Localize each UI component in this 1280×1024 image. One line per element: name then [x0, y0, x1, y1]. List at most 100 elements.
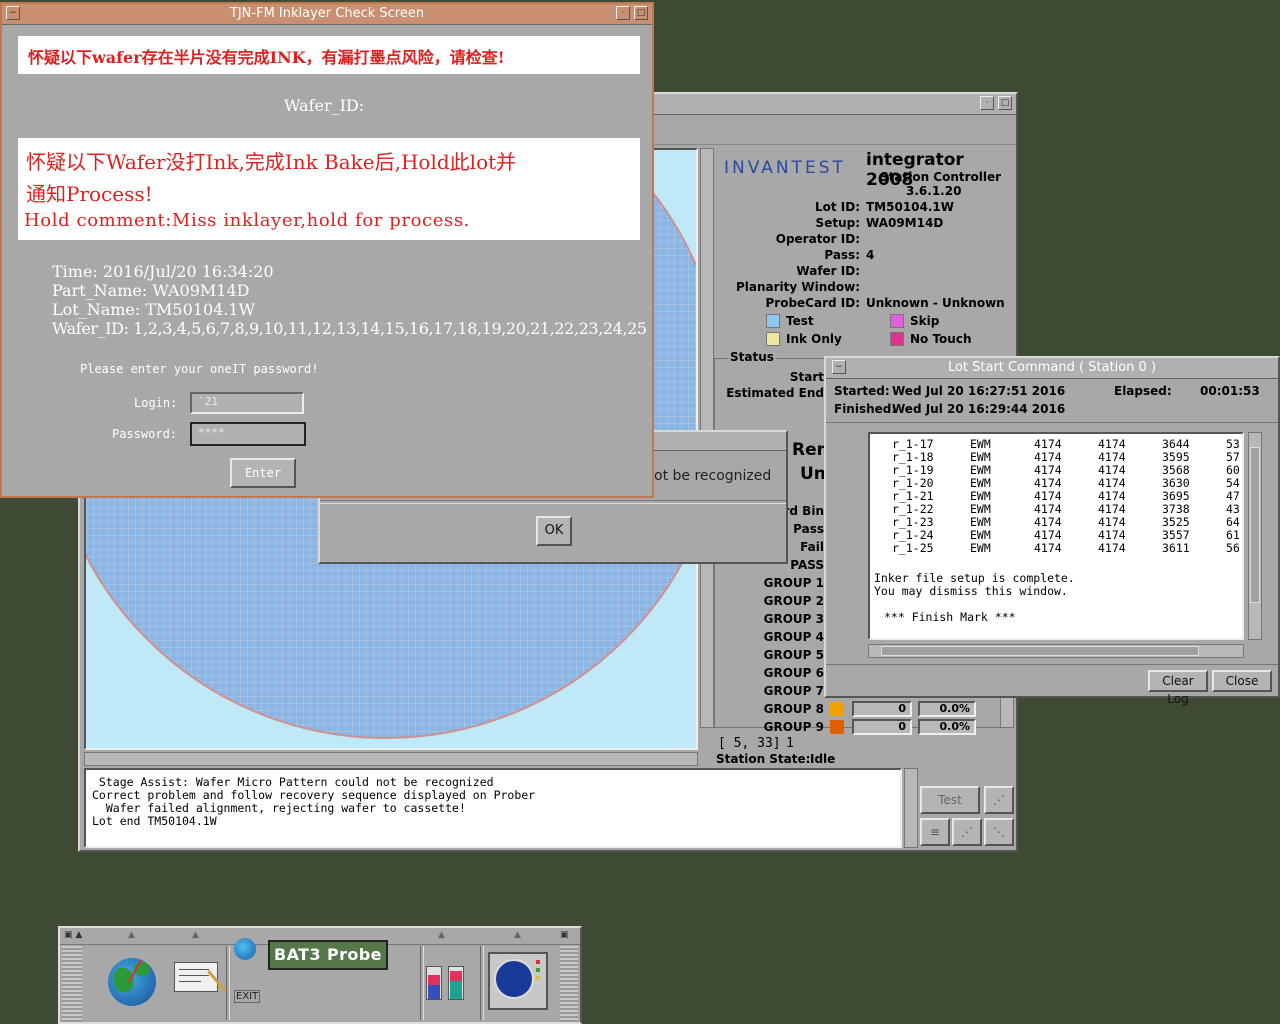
tool-button-2[interactable]: ≡ [920, 818, 950, 846]
button-divider [826, 664, 1278, 665]
field-value: TM50104.1W [866, 200, 955, 214]
time-value: 2016/Jul/20 16:34:20 [102, 262, 274, 281]
window-menu-button[interactable]: − [6, 6, 20, 20]
station-state-label: Station State: [716, 752, 811, 766]
panel-left-handle[interactable] [62, 946, 82, 1022]
panel-right-handle[interactable] [560, 946, 578, 1022]
panel-divider-1 [226, 946, 230, 1020]
field-label: Pass: [824, 248, 860, 262]
panel-arrow-1[interactable]: ▲ [128, 930, 135, 940]
result-cell: r_1-25 [892, 541, 934, 555]
group-label: GROUP 7 [763, 684, 824, 698]
minimize-button[interactable]: · [616, 6, 630, 20]
result-cell: EWM [970, 541, 991, 555]
lot-start-vscroll[interactable] [1248, 432, 1262, 640]
part-row: Part_Name: WA09M14D [52, 281, 249, 300]
text-editor-icon[interactable] [174, 962, 229, 995]
lot-start-divider [826, 422, 1278, 423]
lot-start-hscroll[interactable] [868, 644, 1244, 658]
login-input[interactable]: `21 [190, 392, 304, 414]
legend-label: Ink Only [786, 332, 842, 346]
panel-left-arrows[interactable]: ▣ ▲ [64, 930, 82, 940]
finish-mark: *** Finish Mark *** [884, 610, 1016, 624]
panel-arrow-4[interactable]: ▲ [514, 930, 521, 940]
wafers-value: 1,2,3,4,5,6,7,8,9,10,11,12,13,14,15,16,1… [133, 319, 647, 338]
vscroll-thumb[interactable] [1250, 447, 1260, 603]
tool-button-4[interactable]: ⋱ [984, 818, 1014, 846]
password-label: Password: [112, 427, 178, 441]
part-label: Part_Name: [52, 281, 148, 300]
invantest-logo: INVANTEST [724, 158, 846, 178]
inklayer-titlebar[interactable]: − TJN-FM Inklayer Check Screen · □ [2, 4, 652, 25]
panel-divider-3 [480, 946, 484, 1020]
time-label: Time: [52, 262, 98, 281]
field-label: Operator ID: [775, 232, 860, 246]
time-row: Time: 2016/Jul/20 16:34:20 [52, 262, 274, 281]
warning-box-2: 怀疑以下Wafer没打Ink,完成Ink Bake后,Hold此lot并 通知P… [18, 138, 640, 240]
field-label: Setup: [815, 216, 860, 230]
minimize-button[interactable]: · [980, 96, 994, 110]
warning-text-1: 怀疑以下wafer存在半片没有完成INK，有漏打墨点风险，请检查! [28, 48, 505, 67]
alignment-dialog-message: ot be recognized [654, 468, 772, 484]
test-button[interactable]: Test [920, 786, 980, 814]
probe-label[interactable]: BAT3 Probe [268, 940, 388, 970]
est-end-label: Estimated End [726, 386, 824, 400]
field-label: Wafer ID: [796, 264, 860, 278]
legend-label: Skip [910, 314, 940, 328]
maximize-button[interactable]: □ [998, 96, 1012, 110]
product-version: 3.6.1.20 [906, 184, 962, 198]
group-color-swatch [830, 720, 844, 734]
info-right-scroll[interactable] [1000, 694, 1014, 728]
elapsed-label: Elapsed: [1114, 384, 1172, 398]
field-value: Unknown - Unknown [866, 296, 1005, 310]
result-cell: 4174 [1034, 541, 1062, 555]
legend-swatch [766, 332, 780, 346]
inklayer-title: TJN-FM Inklayer Check Screen [229, 6, 425, 21]
warning-text-2b: 通知Process! [26, 182, 153, 206]
lot-start-titlebar[interactable]: − Lot Start Command ( Station 0 ) [826, 358, 1278, 379]
tool-button-1[interactable]: ⋰ [984, 786, 1014, 814]
log-vscroll[interactable] [904, 768, 918, 848]
legend-label: No Touch [910, 332, 972, 346]
wafers-label: Wafer_ID: [52, 319, 129, 338]
field-value: WA09M14D [866, 216, 944, 230]
panel-close[interactable]: ▣ [560, 930, 569, 940]
hscroll-thumb[interactable] [881, 646, 1199, 656]
warning-text-2a: 怀疑以下Wafer没打Ink,完成Ink Bake后,Hold此lot并 [26, 150, 517, 174]
login-label: Login: [134, 396, 178, 410]
panel-arrow-3[interactable]: ▲ [438, 930, 445, 940]
product-subtitle: Station Controller [880, 170, 1002, 184]
password-prompt: Please enter your oneIT password! [80, 362, 319, 376]
finished-value: Wed Jul 20 16:29:44 2016 [892, 402, 1066, 416]
close-button[interactable]: Close [1212, 670, 1272, 692]
maximize-button[interactable]: □ [634, 6, 648, 20]
group-percent: 0.0% [918, 719, 976, 735]
legend-swatch [890, 314, 904, 328]
wafer-map-hscroll[interactable] [84, 752, 698, 766]
password-input[interactable]: **** [190, 422, 306, 446]
clear-log-button[interactable]: Clear Log [1148, 670, 1208, 706]
wafer-monitor-icon[interactable] [488, 952, 548, 1010]
tool-button-3[interactable]: ⋰ [952, 818, 982, 846]
lot-start-log: r_1-17 EWM 4174 4174 3644 53 r_1-18 EWM 4174 4174… [868, 432, 1244, 640]
die-coords-value: 1 [786, 736, 794, 751]
group-label: GROUP 8 [763, 702, 824, 716]
group-label: GROUP 2 [763, 594, 824, 608]
front-panel: ▣ ▲ ▲ ▲ ▲ ▲ ▣ EXIT BAT3 Probe [58, 926, 582, 1024]
panel-divider-2 [420, 946, 424, 1020]
dialog-separator [320, 500, 786, 504]
small-globe-icon[interactable] [234, 938, 256, 960]
die-coords: [ 5, 33] [718, 736, 781, 751]
globe-icon[interactable] [108, 958, 156, 1006]
group-color-swatch [830, 702, 844, 716]
status-label: Status [728, 350, 776, 364]
panel-arrow-2[interactable]: ▲ [192, 930, 199, 940]
ok-button[interactable]: OK [536, 516, 572, 546]
field-label: Planarity Window: [735, 280, 860, 294]
enter-button[interactable]: Enter [230, 458, 296, 488]
exit-button[interactable]: EXIT [234, 990, 261, 1003]
performance-meter-icon[interactable] [426, 966, 466, 1002]
result-cell: 56 [1226, 541, 1240, 555]
inklayer-window: − TJN-FM Inklayer Check Screen · □ 怀疑以下w… [0, 2, 654, 498]
window-menu-button[interactable]: − [832, 360, 846, 374]
